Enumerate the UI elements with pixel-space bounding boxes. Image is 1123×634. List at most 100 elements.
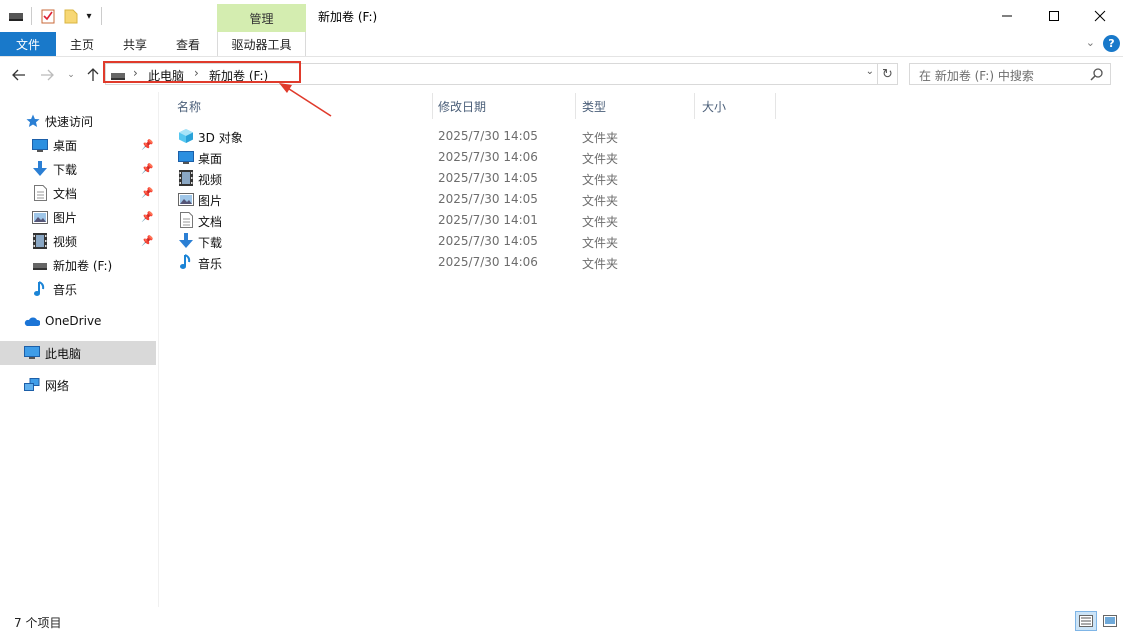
file-row-videos[interactable]: 视频 2025/7/30 14:05 文件夹 — [170, 168, 650, 189]
column-divider[interactable] — [694, 93, 695, 119]
desktop-icon — [32, 137, 48, 153]
column-divider[interactable] — [432, 93, 433, 119]
manage-tab[interactable]: 管理 — [217, 4, 306, 32]
tab-drive-tools[interactable]: 驱动器工具 — [217, 32, 306, 56]
pin-icon[interactable]: 📌 — [141, 140, 153, 151]
minimize-button[interactable] — [984, 0, 1030, 32]
pin-icon[interactable]: 📌 — [141, 212, 153, 223]
documents-icon — [178, 212, 194, 228]
file-date: 2025/7/30 14:01 — [438, 213, 538, 227]
file-type: 文件夹 — [582, 194, 619, 208]
sidebar-item-onedrive[interactable]: OneDrive — [0, 309, 156, 333]
file-type: 文件夹 — [582, 152, 619, 166]
expand-ribbon-icon[interactable]: ⌄ — [1086, 36, 1095, 49]
sidebar-item-label: 文档 — [53, 186, 78, 201]
sidebar-item-documents[interactable]: 文档 📌 — [0, 181, 156, 205]
file-row-pictures[interactable]: 图片 2025/7/30 14:05 文件夹 — [170, 189, 650, 210]
annotation-highlight-box — [103, 61, 301, 83]
file-date: 2025/7/30 14:06 — [438, 255, 538, 269]
address-dropdown-icon[interactable]: ⌄ — [866, 66, 874, 77]
desktop-icon — [178, 149, 194, 165]
onedrive-icon — [24, 313, 40, 329]
customize-toolbar-icon[interactable]: ▾ — [83, 7, 95, 25]
file-name: 音乐 — [198, 257, 223, 271]
music-icon — [178, 254, 194, 270]
network-icon — [24, 377, 40, 393]
sidebar-item-label: 下载 — [53, 162, 78, 177]
sidebar-item-label: 桌面 — [53, 138, 78, 153]
ribbon-tabs: 文件 主页 共享 查看 驱动器工具 ⌄ ? — [0, 32, 1123, 57]
pin-icon[interactable]: 📌 — [141, 188, 153, 199]
file-name: 桌面 — [198, 152, 223, 166]
3d-objects-icon — [178, 128, 194, 144]
toolbar-divider — [31, 7, 32, 25]
toolbar-divider — [101, 7, 102, 25]
tab-file[interactable]: 文件 — [0, 32, 56, 56]
details-view-button[interactable] — [1075, 611, 1097, 631]
search-box[interactable]: 在 新加卷 (F:) 中搜索 — [909, 63, 1111, 85]
video-icon — [32, 233, 48, 249]
file-row-3d-objects[interactable]: 3D 对象 2025/7/30 14:05 文件夹 — [170, 126, 650, 147]
search-icon[interactable] — [1090, 67, 1104, 84]
tab-share[interactable]: 共享 — [113, 32, 157, 56]
column-header-name[interactable]: 名称 — [177, 93, 427, 119]
sidebar-item-music[interactable]: 音乐 — [0, 277, 156, 301]
sidebar-item-label: 此电脑 — [45, 346, 82, 361]
new-folder-icon[interactable] — [63, 7, 79, 25]
column-divider[interactable] — [575, 93, 576, 119]
sidebar-item-pictures[interactable]: 图片 📌 — [0, 205, 156, 229]
tab-view[interactable]: 查看 — [166, 32, 210, 56]
file-date: 2025/7/30 14:05 — [438, 192, 538, 206]
tab-home[interactable]: 主页 — [60, 32, 104, 56]
pane-divider — [158, 92, 159, 607]
sidebar-item-label: 图片 — [53, 210, 78, 225]
search-placeholder[interactable]: 在 新加卷 (F:) 中搜索 — [919, 67, 1034, 84]
sidebar-item-downloads[interactable]: 下载 📌 — [0, 157, 156, 181]
sidebar-item-this-pc[interactable]: 此电脑 — [0, 341, 156, 365]
recent-locations-icon[interactable]: ⌄ — [64, 65, 78, 85]
this-pc-icon — [24, 345, 40, 361]
pictures-icon — [32, 209, 48, 225]
sidebar-item-drive-f[interactable]: 新加卷 (F:) — [0, 253, 156, 277]
file-name: 文档 — [198, 215, 223, 229]
large-icons-view-button[interactable] — [1099, 611, 1121, 631]
downloads-icon — [32, 161, 48, 177]
maximize-button[interactable] — [1031, 0, 1077, 32]
column-header-size[interactable]: 大小 — [702, 93, 772, 119]
close-button[interactable] — [1077, 0, 1123, 32]
file-name: 3D 对象 — [198, 131, 243, 145]
sidebar-item-desktop[interactable]: 桌面 📌 — [0, 133, 156, 157]
star-icon — [25, 113, 41, 129]
file-row-documents[interactable]: 文档 2025/7/30 14:01 文件夹 — [170, 210, 650, 231]
sidebar-item-label: 视频 — [53, 234, 78, 249]
file-row-desktop[interactable]: 桌面 2025/7/30 14:06 文件夹 — [170, 147, 650, 168]
sidebar-item-network[interactable]: 网络 — [0, 373, 156, 397]
file-date: 2025/7/30 14:06 — [438, 150, 538, 164]
video-icon — [178, 170, 194, 186]
file-date: 2025/7/30 14:05 — [438, 171, 538, 185]
pin-icon[interactable]: 📌 — [141, 236, 153, 247]
forward-button[interactable] — [38, 65, 56, 85]
sidebar-item-label: 网络 — [45, 378, 70, 393]
window-title: 新加卷 (F:) — [318, 10, 378, 24]
file-type: 文件夹 — [582, 257, 619, 271]
column-divider[interactable] — [775, 93, 776, 119]
sidebar-quick-access[interactable]: 快速访问 — [0, 109, 156, 133]
file-type: 文件夹 — [582, 215, 619, 229]
sidebar-item-label: OneDrive — [45, 314, 102, 328]
column-header-type[interactable]: 类型 — [582, 93, 682, 119]
drive-icon — [32, 257, 48, 273]
refresh-button[interactable]: ↻ — [878, 63, 898, 85]
properties-icon[interactable] — [40, 7, 56, 25]
help-icon[interactable]: ? — [1103, 35, 1120, 52]
file-row-downloads[interactable]: 下载 2025/7/30 14:05 文件夹 — [170, 231, 650, 252]
up-button[interactable] — [85, 65, 101, 85]
column-header-date[interactable]: 修改日期 — [438, 93, 568, 119]
back-button[interactable] — [10, 65, 28, 85]
drive-icon[interactable] — [8, 7, 24, 25]
sidebar-item-videos[interactable]: 视频 📌 — [0, 229, 156, 253]
file-type: 文件夹 — [582, 173, 619, 187]
file-row-music[interactable]: 音乐 2025/7/30 14:06 文件夹 — [170, 252, 650, 273]
file-name: 视频 — [198, 173, 223, 187]
pin-icon[interactable]: 📌 — [141, 164, 153, 175]
